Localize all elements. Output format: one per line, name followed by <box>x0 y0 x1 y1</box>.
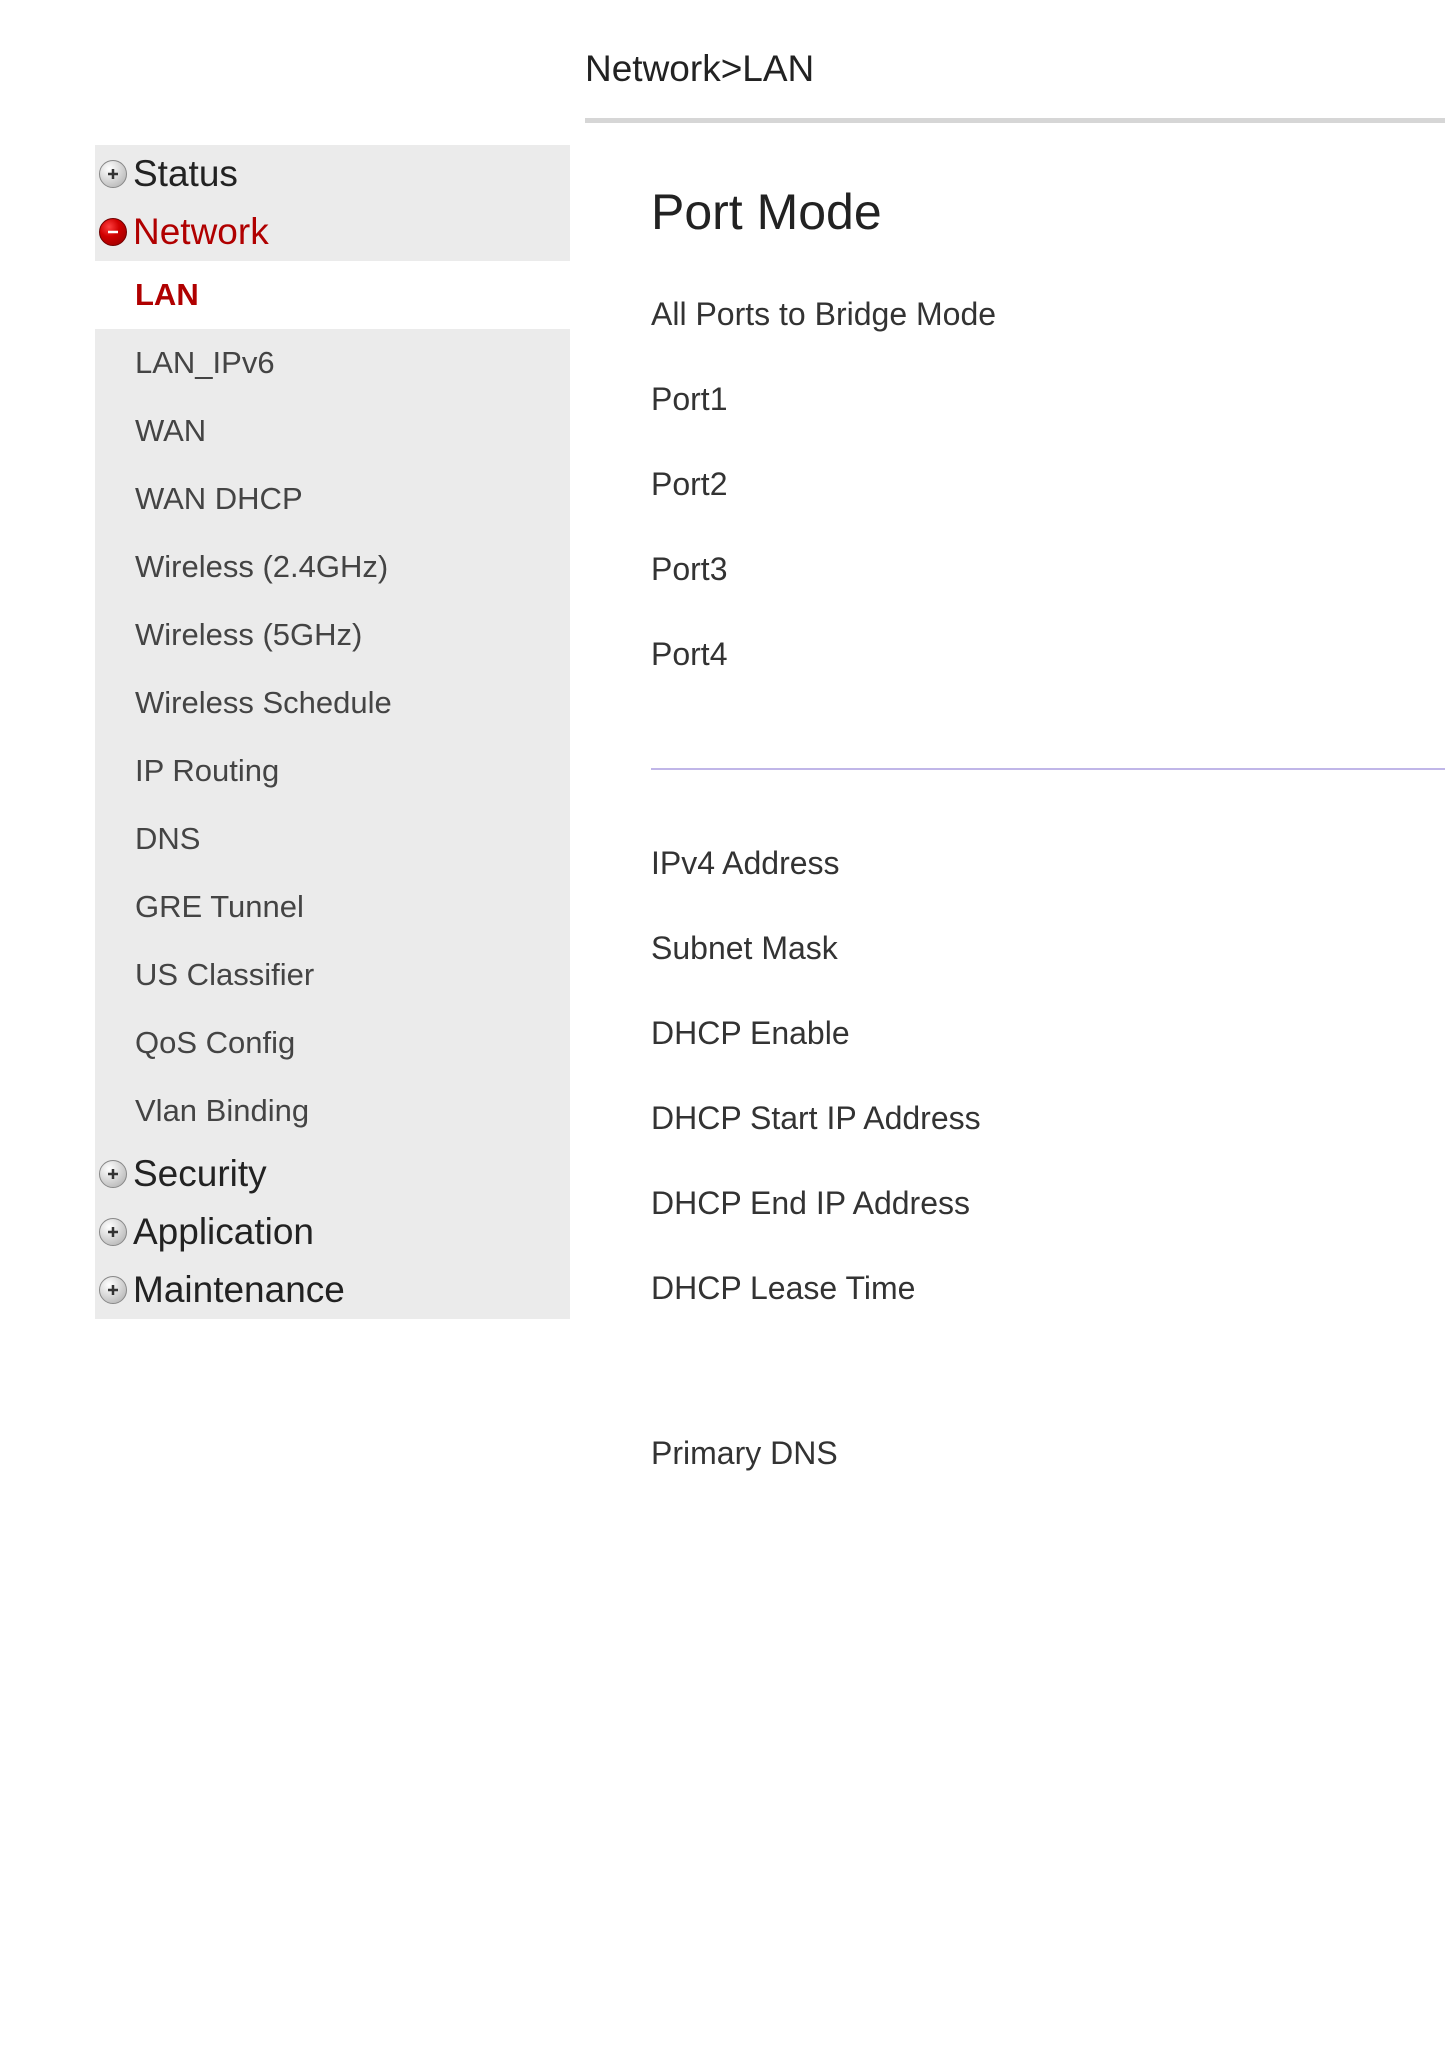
field-dhcp-end-ip: DHCP End IP Address <box>651 1185 1445 1222</box>
breadcrumb: Network>LAN <box>585 48 1445 118</box>
field-all-ports-bridge: All Ports to Bridge Mode <box>651 296 1445 333</box>
field-port2: Port2 <box>651 466 1445 503</box>
divider <box>585 118 1445 123</box>
field-ipv4-address: IPv4 Address <box>651 845 1445 882</box>
field-subnet-mask: Subnet Mask <box>651 930 1445 967</box>
field-dhcp-lease-time: DHCP Lease Time <box>651 1270 1445 1307</box>
sidebar-section-application[interactable]: Application <box>95 1203 570 1261</box>
field-port4: Port4 <box>651 636 1445 673</box>
field-port3: Port3 <box>651 551 1445 588</box>
sidebar-item-vlan-binding[interactable]: Vlan Binding <box>95 1077 570 1145</box>
sidebar-section-label: Application <box>133 1211 314 1253</box>
sidebar-section-network[interactable]: Network <box>95 203 570 261</box>
sidebar-subitems-network: LAN LAN_IPv6 WAN WAN DHCP Wireless (2.4G… <box>95 261 570 1145</box>
sidebar-section-label: Network <box>133 211 269 253</box>
sidebar-item-qos-config[interactable]: QoS Config <box>95 1009 570 1077</box>
sidebar-section-label: Status <box>133 153 238 195</box>
sidebar-item-wireless-schedule[interactable]: Wireless Schedule <box>95 669 570 737</box>
sidebar-section-label: Maintenance <box>133 1269 345 1311</box>
plus-icon <box>99 160 127 188</box>
sidebar-item-wireless-24[interactable]: Wireless (2.4GHz) <box>95 533 570 601</box>
sidebar-item-wireless-5[interactable]: Wireless (5GHz) <box>95 601 570 669</box>
sidebar-section-label: Security <box>133 1153 267 1195</box>
sidebar: Status Network LAN LAN_IPv6 WAN WAN DHCP… <box>0 0 570 1520</box>
sidebar-item-us-classifier[interactable]: US Classifier <box>95 941 570 1009</box>
plus-icon <box>99 1276 127 1304</box>
divider <box>651 768 1445 770</box>
sidebar-item-dns[interactable]: DNS <box>95 805 570 873</box>
field-dhcp-start-ip: DHCP Start IP Address <box>651 1100 1445 1137</box>
sidebar-item-gre-tunnel[interactable]: GRE Tunnel <box>95 873 570 941</box>
sidebar-section-maintenance[interactable]: Maintenance <box>95 1261 570 1319</box>
sidebar-item-wan-dhcp[interactable]: WAN DHCP <box>95 465 570 533</box>
sidebar-section-security[interactable]: Security <box>95 1145 570 1203</box>
field-dhcp-enable: DHCP Enable <box>651 1015 1445 1052</box>
section-title-port-mode: Port Mode <box>651 183 1445 241</box>
sidebar-item-wan[interactable]: WAN <box>95 397 570 465</box>
sidebar-item-ip-routing[interactable]: IP Routing <box>95 737 570 805</box>
sidebar-item-lan-ipv6[interactable]: LAN_IPv6 <box>95 329 570 397</box>
sidebar-item-lan[interactable]: LAN <box>95 261 570 329</box>
minus-icon <box>99 218 127 246</box>
plus-icon <box>99 1160 127 1188</box>
field-primary-dns: Primary DNS <box>651 1435 1445 1472</box>
field-port1: Port1 <box>651 381 1445 418</box>
plus-icon <box>99 1218 127 1246</box>
main-content: Network>LAN Port Mode All Ports to Bridg… <box>570 0 1445 1520</box>
sidebar-section-status[interactable]: Status <box>95 145 570 203</box>
